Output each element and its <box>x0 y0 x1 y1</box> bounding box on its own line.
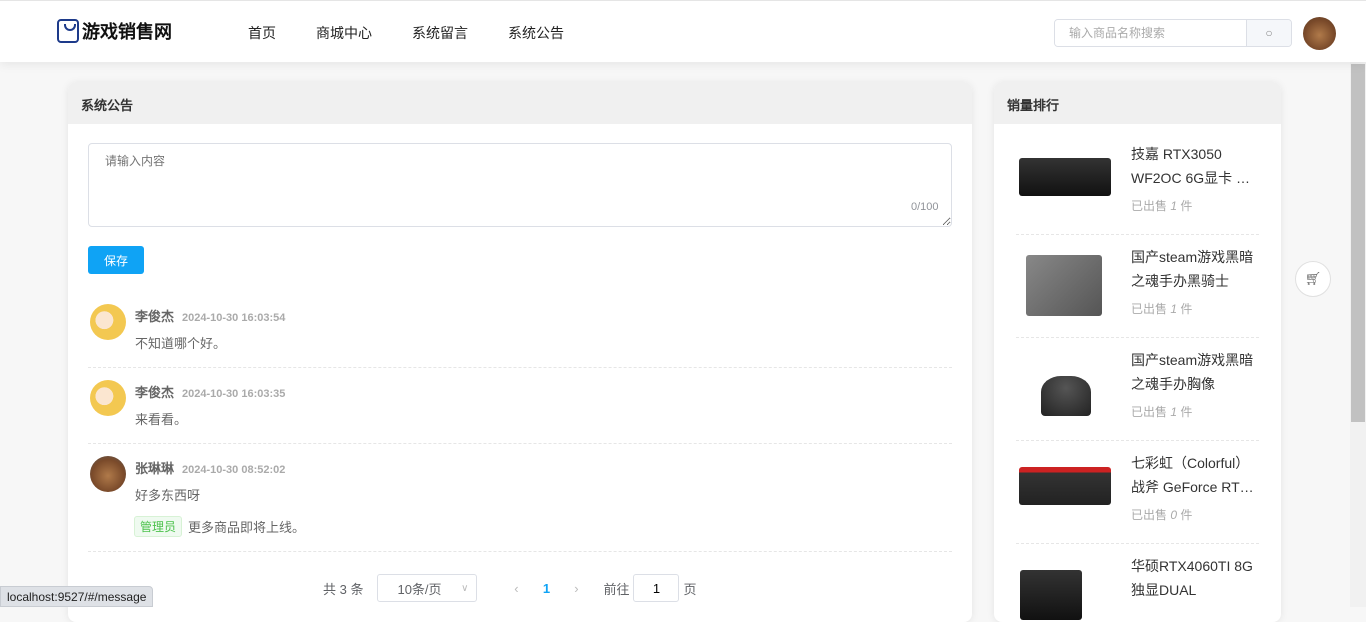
admin-tag: 管理员 <box>134 516 183 537</box>
total-count: 共 3 条 <box>323 581 364 597</box>
nav: 首页 商城中心 系统留言 系统公告 <box>248 23 564 43</box>
user-avatar[interactable] <box>1303 17 1336 50</box>
author-name: 张琳琳 <box>135 461 175 476</box>
message-item: 张琳琳 2024-10-30 08:52:02 好多东西呀 管理员 更多商品即将上线… <box>88 456 952 552</box>
message-time: 2024-10-30 08:52:02 <box>182 464 286 476</box>
next-page-button[interactable]: › <box>561 581 591 596</box>
cart-icon: 🛒︎ <box>1304 271 1322 286</box>
nav-mall[interactable]: 商城中心 <box>316 23 372 43</box>
search-button[interactable]: ○ <box>1246 20 1291 46</box>
page-size-select[interactable]: 10条/页 ∨ <box>377 574 478 602</box>
avatar <box>90 456 126 492</box>
reply-text: 更多商品即将上线。 <box>188 520 306 535</box>
rank-item[interactable]: 国产steam游戏黑暗之魂手办胸像 已出售 1 件 <box>1016 338 1259 441</box>
page-1[interactable]: 1 <box>531 581 561 596</box>
bag-icon <box>57 19 79 43</box>
card-title: 系统公告 <box>68 82 972 124</box>
message-text: 不知道哪个好。 <box>135 336 227 351</box>
chevron-down-icon: ∨ <box>461 582 469 594</box>
page-unit: 页 <box>683 581 697 597</box>
header: 游戏销售网 首页 商城中心 系统留言 系统公告 ○ <box>0 0 1366 62</box>
product-image <box>1020 570 1082 620</box>
nav-home[interactable]: 首页 <box>248 23 276 43</box>
product-title: 国产steam游戏黑暗之魂手办胸像 <box>1131 352 1254 392</box>
rank-item[interactable]: 华硕RTX4060TI 8G独显DUAL <box>1016 544 1259 622</box>
product-image <box>1026 255 1102 316</box>
author-name: 李俊杰 <box>135 309 175 324</box>
product-image <box>1041 376 1091 416</box>
nav-messages[interactable]: 系统留言 <box>412 23 468 43</box>
goto-page-input[interactable] <box>633 574 680 602</box>
sold-count: 已出售 1 件 <box>1131 199 1193 213</box>
scrollbar-thumb[interactable] <box>1351 64 1365 422</box>
avatar <box>90 380 126 416</box>
message-item: 李俊杰 2024-10-30 16:03:35 来看看。 <box>88 380 952 444</box>
product-title: 七彩虹（Colorful）战斧 GeForce RT… <box>1131 455 1254 495</box>
sales-ranking-card: 销量排行 技嘉 RTX3050 WF2OC 6G显卡 … 已出售 1 件 国产s… <box>994 82 1281 622</box>
prev-page-button[interactable]: ‹ <box>501 581 531 596</box>
search-icon: ○ <box>1265 26 1273 40</box>
product-image <box>1019 158 1111 196</box>
rank-item[interactable]: 国产steam游戏黑暗之魂手办黑骑士 已出售 1 件 <box>1016 235 1259 338</box>
search-input[interactable] <box>1055 20 1246 46</box>
search-box: ○ <box>1054 19 1292 47</box>
content-textarea[interactable] <box>88 143 952 227</box>
message-item: 李俊杰 2024-10-30 16:03:54 不知道哪个好。 <box>88 304 952 368</box>
status-url: localhost:9527/#/message <box>0 586 154 607</box>
notice-card: 系统公告 0/100 保存 李俊杰 2024-10-30 16:03:54 不知道… <box>68 82 972 622</box>
page-size-value: 10条/页 <box>397 581 442 597</box>
rank-item[interactable]: 技嘉 RTX3050 WF2OC 6G显卡 … 已出售 1 件 <box>1016 132 1259 235</box>
sold-count: 已出售 1 件 <box>1131 405 1193 419</box>
pagination: 共 3 条 10条/页 ∨ ‹ 1 › 前往 页 <box>323 574 697 602</box>
message-time: 2024-10-30 16:03:35 <box>182 388 286 400</box>
product-image <box>1019 467 1111 505</box>
rank-item[interactable]: 七彩虹（Colorful）战斧 GeForce RT… 已出售 0 件 <box>1016 441 1259 544</box>
product-title: 技嘉 RTX3050 WF2OC 6G显卡 … <box>1131 146 1251 186</box>
admin-reply: 管理员 更多商品即将上线。 <box>134 516 305 537</box>
message-text: 来看看。 <box>135 412 188 427</box>
save-button[interactable]: 保存 <box>88 246 144 274</box>
avatar <box>90 304 126 340</box>
product-title: 国产steam游戏黑暗之魂手办黑骑士 <box>1131 249 1254 289</box>
cart-button[interactable]: 🛒︎ <box>1295 261 1331 297</box>
author-name: 李俊杰 <box>135 385 175 400</box>
sold-count: 已出售 0 件 <box>1131 508 1193 522</box>
message-text: 好多东西呀 <box>135 488 201 503</box>
sold-count: 已出售 1 件 <box>1131 302 1193 316</box>
logo[interactable]: 游戏销售网 <box>57 18 172 44</box>
goto-label: 前往 <box>603 581 630 597</box>
char-count: 0/100 <box>911 201 939 213</box>
product-title: 华硕RTX4060TI 8G独显DUAL <box>1131 558 1253 598</box>
message-time: 2024-10-30 16:03:54 <box>182 312 286 324</box>
nav-notices[interactable]: 系统公告 <box>508 23 564 43</box>
card-title: 销量排行 <box>994 82 1281 124</box>
logo-text: 游戏销售网 <box>82 22 172 42</box>
